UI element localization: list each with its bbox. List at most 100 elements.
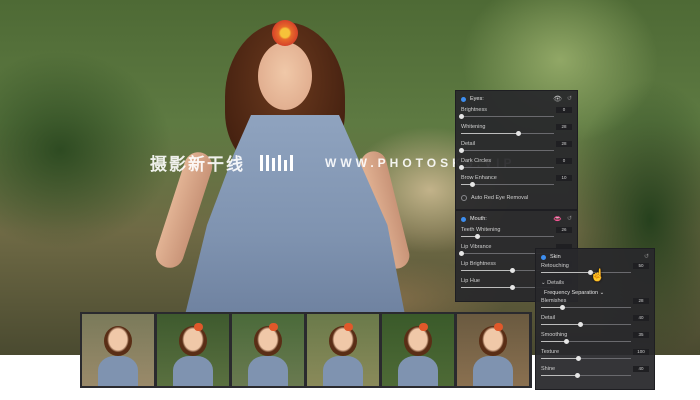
filmstrip-thumbnail[interactable] [382, 314, 454, 386]
slider-fill [541, 324, 581, 325]
slider-knob[interactable] [563, 338, 569, 344]
enabled-dot-icon[interactable] [541, 254, 546, 260]
mouth-panel-title: Mouth [470, 216, 486, 222]
slider-value[interactable]: 35 [633, 332, 649, 338]
watermark-logo-icon [260, 154, 293, 171]
slider-knob[interactable] [516, 130, 522, 136]
hand-cursor-icon: ☝ [590, 268, 605, 282]
slider-value[interactable]: 50 [633, 263, 649, 269]
filmstrip-thumbnail[interactable] [82, 314, 154, 386]
method-value: Frequency Separation [544, 290, 599, 296]
eye-icon[interactable]: 👁 [553, 95, 562, 103]
slider-detail[interactable]: Detail 40 [541, 315, 649, 329]
slider-track[interactable] [541, 269, 631, 275]
slider-whitening[interactable]: Whitening 28 [461, 124, 572, 138]
slider-label: Brightness [461, 107, 487, 113]
skin-panel-header[interactable]: Skin ↺ [541, 253, 649, 261]
slider-value[interactable]: 40 [633, 366, 649, 372]
slider-track[interactable] [458, 113, 554, 119]
slider-fill [541, 375, 577, 376]
slider-track[interactable] [458, 164, 554, 170]
slider-texture[interactable]: Texture 100 [541, 349, 649, 363]
slider-track[interactable] [461, 181, 554, 187]
auto-red-eye-checkbox[interactable]: Auto Red Eye Removal [461, 194, 528, 202]
slider-shine[interactable]: Shine 40 [541, 366, 649, 380]
enabled-dot-icon[interactable] [461, 216, 466, 222]
slider-knob[interactable] [574, 372, 580, 378]
slider-value[interactable]: 26 [556, 227, 572, 233]
eyes-panel: Eyes: 👁 ↺ Brightness 0 Whitening 28 Detail 28… [455, 90, 578, 210]
mouth-panel-header[interactable]: Mouth: 👄 ↺ [461, 215, 572, 223]
filmstrip-thumbnail[interactable] [457, 314, 529, 386]
slider-fill [461, 287, 513, 288]
slider-knob[interactable] [469, 181, 475, 187]
slider-label: Detail [541, 315, 556, 321]
filmstrip [80, 312, 532, 388]
method-dropdown[interactable]: Frequency Separation ⌄ [544, 290, 604, 297]
slider-knob[interactable] [578, 321, 584, 327]
slider-label: Blemishes [541, 298, 567, 304]
slider-track[interactable] [541, 321, 631, 327]
slider-track[interactable] [541, 304, 631, 310]
eyes-panel-title: Eyes [470, 96, 483, 102]
slider-track[interactable] [458, 147, 554, 153]
slider-label: Shine [541, 366, 556, 372]
slider-dark-circles[interactable]: Dark Circles 0 [458, 158, 572, 172]
slider-track[interactable] [461, 233, 554, 239]
slider-smoothing[interactable]: Smoothing 35 [541, 332, 649, 346]
slider-fill [461, 133, 519, 134]
enabled-dot-icon[interactable] [461, 96, 466, 102]
slider-value[interactable]: 100 [633, 349, 649, 355]
slider-brow-enhance[interactable]: Brow Enhance 10 [461, 175, 572, 189]
slider-teeth-whitening[interactable]: Teeth Whitening 26 [461, 227, 572, 241]
slider-knob[interactable] [509, 267, 515, 273]
slider-fill [541, 272, 591, 273]
slider-track[interactable] [541, 372, 631, 378]
slider-fill [461, 270, 513, 271]
slider-label: Lip Vibrance [461, 244, 492, 250]
slider-knob[interactable] [475, 233, 481, 239]
slider-detail[interactable]: Detail 28 [458, 141, 572, 155]
slider-knob[interactable] [458, 250, 464, 256]
slider-value[interactable]: 40 [633, 315, 649, 321]
slider-knob[interactable] [509, 284, 515, 290]
filmstrip-thumbnail[interactable] [307, 314, 379, 386]
chevron-down-icon[interactable]: ⌄ [541, 280, 546, 286]
slider-knob[interactable] [458, 147, 464, 153]
slider-track[interactable] [541, 338, 631, 344]
lips-icon[interactable]: 👄 [553, 215, 562, 223]
reset-icon[interactable]: ↺ [644, 253, 649, 260]
slider-knob[interactable] [576, 355, 582, 361]
slider-label: Retouching [541, 263, 569, 269]
slider-label: Dark Circles [461, 158, 491, 164]
slider-knob[interactable] [458, 164, 464, 170]
reset-icon[interactable]: ↺ [567, 95, 572, 102]
slider-label: Detail [461, 141, 476, 147]
slider-fill [541, 358, 579, 359]
slider-knob[interactable] [560, 304, 566, 310]
slider-label: Lip Brightness [461, 261, 496, 267]
slider-label: Whitening [461, 124, 486, 130]
slider-knob[interactable] [458, 113, 464, 119]
slider-value[interactable]: 28 [633, 298, 649, 304]
reset-icon[interactable]: ↺ [567, 215, 572, 222]
slider-value[interactable]: 28 [556, 141, 572, 147]
eyes-panel-header[interactable]: Eyes: 👁 ↺ [461, 95, 572, 103]
auto-red-eye-label: Auto Red Eye Removal [471, 195, 529, 201]
checkbox-icon[interactable] [461, 195, 467, 201]
slider-brightness[interactable]: Brightness 0 [458, 107, 572, 121]
filmstrip-thumbnail[interactable] [157, 314, 229, 386]
slider-fill [541, 341, 567, 342]
chevron-down-icon: ⌄ [599, 290, 605, 296]
watermark-cn-text: 摄影新干线 [150, 155, 245, 174]
slider-value[interactable]: 10 [556, 175, 572, 181]
filmstrip-thumbnail[interactable] [232, 314, 304, 386]
photo-flower [272, 20, 298, 46]
skin-panel-title: Skin [550, 254, 561, 260]
slider-value[interactable]: 0 [556, 107, 572, 113]
slider-value[interactable]: 28 [556, 124, 572, 130]
slider-track[interactable] [461, 130, 554, 136]
slider-blemishes[interactable]: Blemishes 28 [541, 298, 649, 312]
slider-value[interactable]: 0 [556, 158, 572, 164]
slider-track[interactable] [541, 355, 631, 361]
